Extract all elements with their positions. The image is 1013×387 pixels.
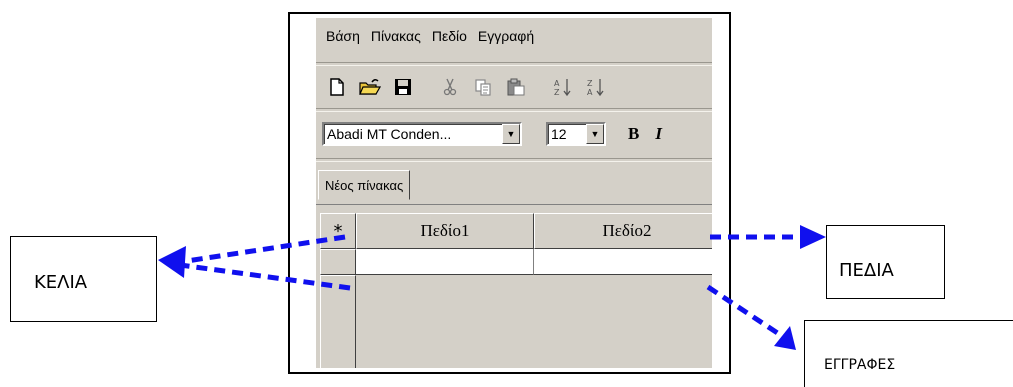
menu-bar: Βάση Πίνακας Πεδίο Εγγραφή (316, 18, 712, 54)
tab-strip: Νέος πίνακας (316, 170, 712, 202)
cut-icon[interactable] (439, 76, 461, 98)
font-size-select[interactable]: 12 ▼ (546, 122, 606, 146)
sort-descending-icon[interactable]: ZA (585, 76, 607, 98)
new-record-asterisk: * (333, 220, 343, 242)
column-header-label: Πεδίο1 (420, 221, 470, 240)
column-header-label: Πεδίο2 (602, 221, 652, 240)
table-cell[interactable] (356, 249, 534, 275)
svg-text:Z: Z (554, 88, 560, 97)
callout-records-label: ΕΓΓΡΑΦΕΣ (824, 357, 896, 373)
menu-separator (316, 62, 712, 66)
record-selector-column (320, 275, 356, 368)
table-cell[interactable] (534, 249, 712, 275)
menu-item-database[interactable]: Βάση (326, 28, 360, 44)
callout-fields-label: ΠΕΔΙΑ (839, 260, 894, 281)
callout-cells-label: ΚΕΛΙΑ (34, 272, 88, 293)
save-disk-icon[interactable] (392, 76, 414, 98)
tab-new-table[interactable]: Νέος πίνακας (318, 170, 411, 200)
italic-button[interactable]: I (655, 124, 662, 144)
table-grid-area: * Πεδίο1 Πεδίο2 (316, 204, 712, 368)
menu-item-table[interactable]: Πίνακας (371, 28, 421, 44)
callout-records: ΕΓΓΡΑΦΕΣ (804, 320, 1013, 387)
font-name-select[interactable]: Abadi MT Conden... ▼ (322, 122, 522, 146)
format-separator (316, 158, 712, 162)
svg-text:A: A (587, 88, 593, 97)
font-size-value: 12 (551, 126, 567, 142)
toolbar-separator (316, 108, 712, 112)
column-header-field2[interactable]: Πεδίο2 (534, 213, 712, 249)
copy-icon[interactable] (472, 76, 494, 98)
arrowhead-fields (800, 225, 826, 249)
menu-item-record[interactable]: Εγγραφή (478, 28, 534, 44)
tab-label: Νέος πίνακας (325, 177, 404, 193)
new-document-icon[interactable] (326, 76, 348, 98)
menu-item-field[interactable]: Πεδίο (432, 28, 467, 44)
open-folder-icon[interactable] (359, 76, 381, 98)
chevron-down-icon[interactable]: ▼ (502, 124, 520, 144)
paste-icon[interactable] (505, 76, 527, 98)
arrowhead-cells (158, 246, 186, 278)
formatting-toolbar: Abadi MT Conden... ▼ 12 ▼ B I (316, 118, 712, 150)
column-header-field1[interactable]: Πεδίο1 (356, 213, 534, 249)
sort-ascending-icon[interactable]: AZ (552, 76, 574, 98)
chevron-down-icon[interactable]: ▼ (586, 124, 604, 144)
database-app-window: Βάση Πίνακας Πεδίο Εγγραφή AZ ZA Abadi M… (316, 18, 712, 368)
svg-text:Z: Z (587, 79, 593, 88)
bold-button[interactable]: B (628, 124, 639, 144)
arrowhead-records (774, 326, 796, 350)
datasheet-grid: * Πεδίο1 Πεδίο2 (320, 213, 712, 368)
record-selector-header[interactable]: * (320, 213, 356, 249)
callout-fields: ΠΕΔΙΑ (826, 225, 945, 299)
record-selector[interactable] (320, 249, 356, 275)
standard-toolbar: AZ ZA (316, 72, 712, 102)
svg-text:A: A (554, 79, 560, 88)
font-name-value: Abadi MT Conden... (327, 126, 452, 142)
callout-cells: ΚΕΛΙΑ (10, 236, 157, 322)
